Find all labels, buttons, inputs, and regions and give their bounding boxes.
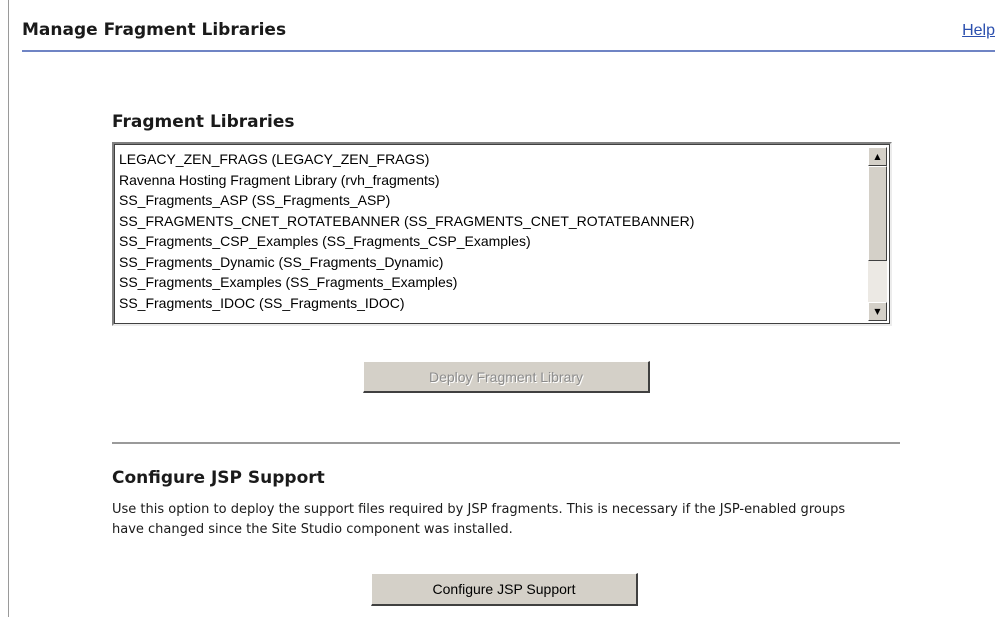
scroll-down-button[interactable]: ▼	[868, 302, 887, 321]
fragment-library-option[interactable]: SS_Fragments_Examples (SS_Fragments_Exam…	[119, 272, 866, 293]
fragment-library-option[interactable]: SS_Fragments_ASP (SS_Fragments_ASP)	[119, 190, 866, 211]
page-title: Manage Fragment Libraries	[22, 20, 287, 40]
scroll-down-arrow-icon: ▼	[874, 306, 881, 316]
help-link[interactable]: Help	[962, 22, 995, 40]
section-divider	[112, 442, 900, 444]
scroll-up-arrow-icon: ▲	[874, 151, 881, 161]
fragment-library-option[interactable]: SS_Fragments_IDOC (SS_Fragments_IDOC)	[119, 293, 866, 314]
deploy-fragment-library-button[interactable]: Deploy Fragment Library	[363, 361, 650, 393]
fragment-library-option[interactable]: LEGACY_ZEN_FRAGS (LEGACY_ZEN_FRAGS)	[119, 149, 866, 170]
fragment-libraries-heading: Fragment Libraries	[112, 112, 295, 132]
listbox-scrollbar[interactable]: ▲ ▼	[868, 147, 887, 321]
fragment-library-option[interactable]: SS_Fragments_CSP_Examples (SS_Fragments_…	[119, 231, 866, 252]
scrollbar-thumb[interactable]	[868, 166, 887, 261]
fragment-library-option[interactable]: SS_Fragments_Dynamic (SS_Fragments_Dynam…	[119, 252, 866, 273]
fragment-library-option[interactable]: SS_FRAGMENTS_CNET_ROTATEBANNER (SS_FRAGM…	[119, 211, 866, 232]
title-underline	[22, 50, 995, 52]
jsp-support-description: Use this option to deploy the support fi…	[112, 502, 846, 537]
fragment-library-option[interactable]: Ravenna Hosting Fragment Library (rvh_fr…	[119, 170, 866, 191]
fragment-library-list: LEGACY_ZEN_FRAGS (LEGACY_ZEN_FRAGS) Raven…	[119, 149, 866, 313]
content-left-border	[8, 0, 9, 617]
configure-jsp-heading: Configure JSP Support	[112, 468, 325, 488]
fragment-library-listbox[interactable]: LEGACY_ZEN_FRAGS (LEGACY_ZEN_FRAGS) Raven…	[112, 142, 892, 326]
configure-jsp-support-button[interactable]: Configure JSP Support	[371, 573, 638, 606]
scroll-up-button[interactable]: ▲	[868, 147, 887, 166]
